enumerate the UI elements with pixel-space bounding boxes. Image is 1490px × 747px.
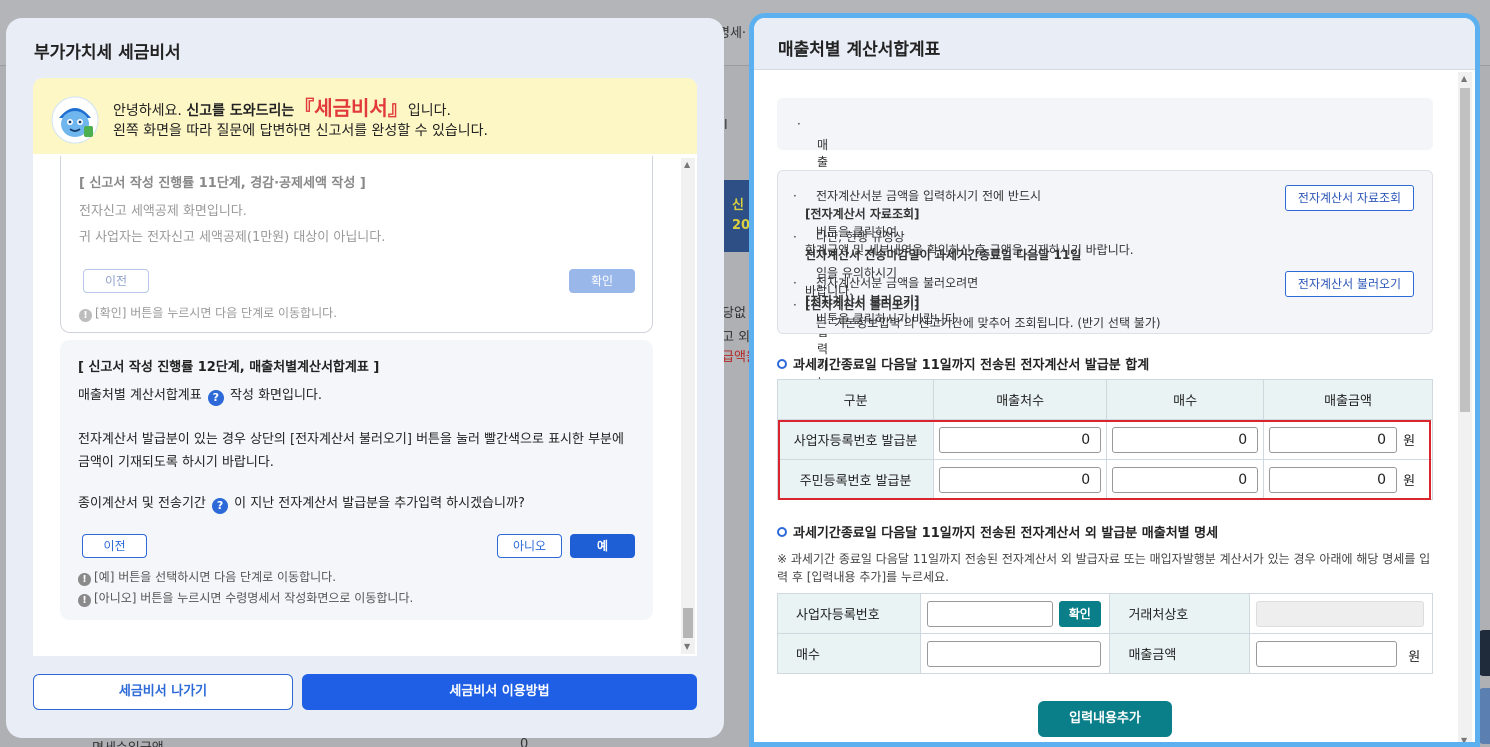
modal-scrollbar[interactable]: ▲ ▼: [1458, 72, 1472, 742]
assistant-conversation: [ 신고서 작성 진행률 11단계, 경감·공제세액 작성 ] 전자신고 세액공…: [33, 154, 697, 656]
sheet-count-input[interactable]: [926, 641, 1101, 667]
step-text: 매출처별 계산서합계표 ? 작성 화면입니다.: [78, 388, 323, 406]
sales-amount-input[interactable]: [1256, 641, 1398, 667]
scrollbar-thumb[interactable]: [683, 608, 693, 638]
step-title: [ 신고서 작성 진행률 12단계, 매출처별계산서합계표 ]: [78, 360, 380, 375]
help-icon[interactable]: ?: [212, 498, 229, 514]
modal-header: 매출처별 계산서합계표: [754, 18, 1475, 70]
scroll-down-icon[interactable]: ▼: [684, 642, 690, 651]
scroll-down-icon[interactable]: ▼: [1461, 736, 1467, 742]
business-number-input[interactable]: [926, 601, 1053, 627]
step-text: 금액이 기재되도록 하시기 바랍니다.: [78, 455, 274, 470]
exit-assistant-button[interactable]: 세금비서 나가기: [33, 674, 293, 710]
step-text: 귀 사업자는 전자신고 세액공제(1만원) 대상이 아닙니다.: [79, 230, 386, 245]
intro-text: · 매출처별 계산서합계표를 입력하는 화면입니다.: [797, 117, 832, 475]
unit-label: 원: [1408, 650, 1421, 665]
step-11-card: [ 신고서 작성 진행률 11단계, 경감·공제세액 작성 ] 전자신고 세액공…: [60, 156, 653, 333]
partner-name-field: [1256, 601, 1425, 627]
section-2-note: ※ 과세기간 종료일 다음달 11일까지 전송된 전자계산서 외 발급자료 또는…: [777, 552, 1431, 584]
column-header: 매수: [1106, 379, 1265, 420]
step-note: ! [아니오] 버튼을 누르시면 수령명세서 작성화면으로 이동합니다.: [78, 589, 413, 607]
table-cell: 확인: [919, 593, 1111, 634]
section-2-title: 과세기간종료일 다음달 11일까지 전송된 전자계산서 외 발급분 매출처별 명…: [777, 522, 1218, 541]
brand-name: 『세금비서』: [294, 96, 408, 120]
info-icon: !: [79, 309, 92, 322]
e-invoice-lookup-button[interactable]: 전자계산서 자료조회: [1285, 185, 1414, 211]
background-fragment: 당없: [722, 306, 746, 321]
prev-button[interactable]: 이전: [82, 534, 147, 558]
add-entry-button[interactable]: 입력내용추가: [1038, 701, 1172, 737]
column-header: 매출금액: [1263, 379, 1433, 420]
no-button[interactable]: 아니오: [497, 534, 562, 558]
confirm-button[interactable]: 확인: [569, 269, 635, 293]
background-fragment: l: [724, 118, 728, 133]
bullet-icon: [777, 527, 787, 537]
background-fragment: 0: [520, 737, 529, 747]
bullet-icon: [777, 359, 787, 369]
modal-title: 매출처별 계산서합계표: [778, 40, 941, 60]
section-1-title: 과세기간종료일 다음달 11일까지 전송된 전자계산서 발급분 합계: [777, 354, 1149, 373]
step-note: ! [확인] 버튼을 누르시면 다음 단계로 이동합니다.: [79, 304, 337, 322]
scrollbar-thumb[interactable]: [1460, 88, 1470, 412]
scroll-up-icon[interactable]: ▲: [1461, 74, 1467, 83]
step-question: 종이계산서 및 전송기간 ? 이 지난 전자계산서 발급분을 추가입력 하시겠습…: [78, 496, 525, 514]
e-invoice-load-button[interactable]: 전자계산서 불러오기: [1285, 271, 1414, 297]
table-cell: [919, 633, 1111, 674]
table-row: 매수 매출금액 원: [777, 633, 1433, 674]
column-header: 매출처수: [933, 379, 1108, 420]
conversation-scrollbar[interactable]: ▲ ▼: [681, 158, 695, 654]
field-label: 사업자등록번호: [777, 593, 921, 634]
step-note: ! [예] 버튼을 선택하시면 다음 단계로 이동합니다.: [78, 568, 336, 586]
scroll-up-icon[interactable]: ▲: [684, 160, 690, 169]
step-text: 전자계산서 발급분이 있는 경우 상단의 [전자계산서 불러오기] 버튼을 눌러…: [78, 432, 624, 447]
column-header: 구분: [776, 379, 935, 420]
background-fragment: 고 외: [722, 330, 751, 345]
help-icon[interactable]: ?: [207, 390, 224, 406]
field-label: 거래처상호: [1109, 593, 1251, 634]
yes-button[interactable]: 예: [570, 534, 635, 558]
info-icon: !: [78, 594, 91, 607]
step-text: 전자신고 세액공제 화면입니다.: [79, 204, 247, 219]
step-title: [ 신고서 작성 진행률 11단계, 경감·공제세액 작성 ]: [79, 176, 366, 191]
background-fragment: 면세수입금액: [92, 737, 164, 747]
highlight-box: [778, 420, 1431, 500]
step-12-card: [ 신고서 작성 진행률 12단계, 매출처별계산서합계표 ] 매출처별 계산서…: [60, 340, 653, 620]
intro-box: · 매출처별 계산서합계표를 입력하는 화면입니다.: [777, 98, 1433, 475]
prev-button[interactable]: 이전: [83, 269, 149, 293]
info-icon: !: [78, 573, 91, 586]
notice-box: 전자계산서분 금액을 입력하시기 전에 반드시 [전자계산서 자료조회] 버튼을…: [777, 170, 1433, 334]
table-cell: [1249, 593, 1433, 634]
table-header-row: 구분 매출처수 매수 매출금액: [776, 379, 1433, 420]
field-label: 매수: [777, 633, 921, 674]
assistant-guide-button[interactable]: 세금비서 이용방법: [302, 674, 697, 710]
table-cell: 원: [1249, 633, 1433, 674]
confirm-business-number-button[interactable]: 확인: [1058, 601, 1101, 627]
assistant-title: 부가가치세 세금비서: [34, 43, 181, 63]
field-label: 매출금액: [1109, 633, 1251, 674]
greeting-line-2: 왼쪽 화면을 따라 질문에 답변하면 신고서를 완성할 수 있습니다.: [113, 123, 488, 139]
table-row: 사업자등록번호 확인 거래처상호: [777, 593, 1433, 634]
greeting-line-1: 안녕하세요. 신고를 도와드리는『세금비서』입니다.: [113, 96, 451, 120]
sales-invoice-summary-modal: 매출처별 계산서합계표 ▲ ▼ · 매출처별 계산서합계표를 입력하는 화면입니…: [749, 13, 1480, 747]
mascot-icon: [51, 96, 99, 144]
notice-item: [전자계산서 불러오기]는 '기본정보입력'의 신고기간에 맞추어 조회됩니다.…: [793, 296, 1161, 332]
tax-assistant-modal: 부가가치세 세금비서 안녕하세요. 신고를 도와드리는『세금비서』입니다. 왼쪽…: [6, 18, 724, 738]
other-invoice-entry-table: 사업자등록번호 확인 거래처상호 매수 매출금액 원: [777, 593, 1433, 674]
assistant-greeting-banner: 안녕하세요. 신고를 도와드리는『세금비서』입니다. 왼쪽 화면을 따라 질문에…: [33, 78, 697, 154]
